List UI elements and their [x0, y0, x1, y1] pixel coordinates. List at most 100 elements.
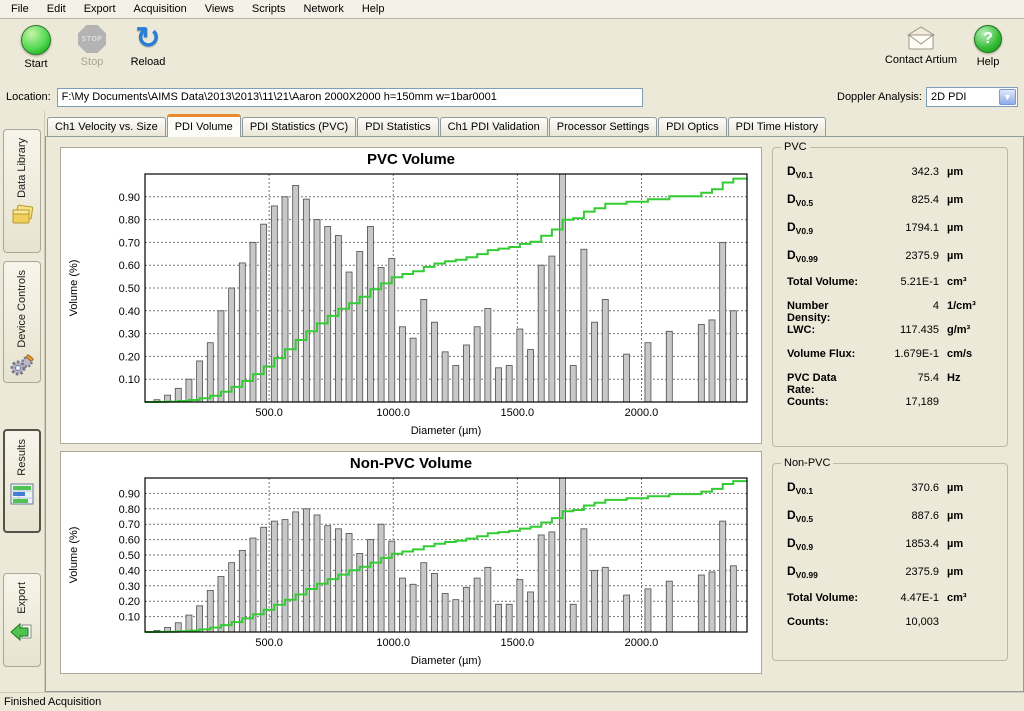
stop-icon: STOP [78, 25, 106, 53]
menu-item-acquisition[interactable]: Acquisition [125, 1, 196, 17]
stat-unit: µm [947, 566, 997, 578]
stat-row-dv0-5: DV0.5887.6µm [787, 508, 997, 536]
sidebar-item-label: Data Library [16, 138, 28, 198]
help-icon: ? [974, 25, 1002, 53]
tab-pdi-statistics-pvc[interactable]: PDI Statistics (PVC) [242, 117, 356, 137]
chevron-down-icon: ▼ [999, 89, 1016, 105]
doppler-analysis-group: Doppler Analysis: 2D PDI ▼ [837, 87, 1018, 107]
stat-value: 887.6 [875, 510, 939, 522]
nonpvc-volume-chart: 0.100.200.300.400.500.600.700.800.90500.… [61, 472, 759, 670]
status-bar: Finished Acquisition [0, 692, 1024, 711]
reload-button[interactable]: ↻ Reload [120, 23, 176, 68]
tab-ch1-velocity-vs-size[interactable]: Ch1 Velocity vs. Size [47, 117, 166, 137]
svg-text:0.70: 0.70 [119, 519, 140, 531]
sidebar-item-label: Export [16, 582, 28, 614]
nonpvc-chart-title: Non-PVC Volume [61, 452, 761, 472]
mail-icon [905, 25, 937, 51]
menu-item-scripts[interactable]: Scripts [243, 1, 295, 17]
stat-unit: µm [947, 166, 997, 178]
tab-pdi-optics[interactable]: PDI Optics [658, 117, 727, 137]
stat-row-dv0-9: DV0.91853.4µm [787, 536, 997, 564]
stat-label: DV0.99 [787, 564, 867, 580]
stat-label: PVC Data Rate: [787, 372, 867, 396]
svg-text:500.0: 500.0 [255, 407, 283, 419]
start-button[interactable]: Start [8, 23, 64, 70]
svg-text:0.30: 0.30 [119, 329, 140, 341]
stat-value: 370.6 [875, 482, 939, 494]
stat-unit: µm [947, 510, 997, 522]
doppler-analysis-label: Doppler Analysis: [837, 91, 922, 103]
tab-ch1-pdi-validation[interactable]: Ch1 PDI Validation [440, 117, 548, 137]
location-input[interactable]: F:\My Documents\AIMS Data\2013\2013\11\2… [57, 88, 643, 107]
svg-text:2000.0: 2000.0 [625, 407, 659, 419]
stat-label: DV0.99 [787, 248, 867, 264]
tab-processor-settings[interactable]: Processor Settings [549, 117, 657, 137]
contact-artium-label: Contact Artium [885, 54, 957, 66]
svg-text:0.80: 0.80 [119, 504, 140, 516]
bar-chart-icon [9, 482, 35, 509]
stat-label: DV0.5 [787, 192, 867, 208]
toolbar: Start STOP Stop ↻ Reload Contact Artium … [0, 19, 1024, 83]
stats-column: PVC DV0.1342.3µmDV0.5825.4µmDV0.91794.1µ… [772, 147, 1008, 683]
pvc-stats-panel: PVC DV0.1342.3µmDV0.5825.4µmDV0.91794.1µ… [772, 147, 1008, 447]
sidebar-item-device-controls[interactable]: Device Controls [3, 261, 41, 383]
stat-label: DV0.1 [787, 164, 867, 180]
stat-unit: g/m³ [947, 324, 997, 336]
svg-text:0.40: 0.40 [119, 565, 140, 577]
pvc-stats-rows: DV0.1342.3µmDV0.5825.4µmDV0.91794.1µmDV0… [787, 164, 997, 420]
menu-item-edit[interactable]: Edit [38, 1, 75, 17]
svg-text:2000.0: 2000.0 [625, 637, 659, 649]
doppler-analysis-value: 2D PDI [927, 91, 998, 103]
menu-item-file[interactable]: File [2, 1, 38, 17]
content-area: Ch1 Velocity vs. SizePDI VolumePDI Stati… [45, 111, 1024, 692]
charts-column: PVC Volume 0.100.200.300.400.500.600.700… [60, 147, 762, 683]
contact-artium-button[interactable]: Contact Artium [882, 23, 960, 66]
pvc-volume-chart: 0.100.200.300.400.500.600.700.800.90500.… [61, 168, 759, 440]
menu-item-network[interactable]: Network [294, 1, 352, 17]
stop-button[interactable]: STOP Stop [64, 23, 120, 68]
stat-row-dv0-1: DV0.1 342.3 µm [787, 164, 997, 192]
nonpvc-stats-panel: Non-PVC DV0.1370.6µmDV0.5887.6µmDV0.9185… [772, 463, 1008, 661]
stat-row-dv0-9: DV0.91794.1µm [787, 220, 997, 248]
svg-text:1500.0: 1500.0 [501, 407, 535, 419]
stop-button-label: Stop [81, 56, 104, 68]
start-icon [21, 25, 51, 55]
svg-text:Diameter (µm): Diameter (µm) [411, 655, 482, 667]
tab-pdi-volume[interactable]: PDI Volume [167, 114, 241, 137]
stat-label: Total Volume: [787, 276, 867, 288]
svg-text:Diameter (µm): Diameter (µm) [411, 425, 482, 437]
stat-unit: 1/cm³ [947, 300, 997, 312]
menu-item-export[interactable]: Export [75, 1, 125, 17]
stat-row-lwc: LWC:117.435g/m³ [787, 324, 997, 348]
sidebar-item-results[interactable]: Results [3, 429, 41, 533]
stat-unit: cm/s [947, 348, 997, 360]
stat-value: 10,003 [875, 616, 939, 628]
menu-bar: FileEditExportAcquisitionViewsScriptsNet… [0, 0, 1024, 19]
menu-item-views[interactable]: Views [196, 1, 243, 17]
sidebar-item-data-library[interactable]: Data Library [3, 129, 41, 253]
svg-text:0.50: 0.50 [119, 550, 140, 562]
stat-label: Volume Flux: [787, 348, 867, 360]
menu-item-help[interactable]: Help [353, 1, 394, 17]
svg-text:0.60: 0.60 [119, 260, 140, 272]
tab-pdi-time-history[interactable]: PDI Time History [728, 117, 827, 137]
gears-icon [9, 354, 35, 381]
export-arrow-icon [9, 620, 35, 647]
stat-value: 825.4 [875, 194, 939, 206]
svg-text:0.40: 0.40 [119, 306, 140, 318]
stat-unit: cm³ [947, 276, 997, 288]
stat-unit: µm [947, 538, 997, 550]
doppler-analysis-select[interactable]: 2D PDI ▼ [926, 87, 1018, 107]
stat-label: Counts: [787, 616, 867, 628]
reload-button-label: Reload [131, 56, 166, 68]
tab-pdi-statistics[interactable]: PDI Statistics [357, 117, 438, 137]
svg-text:0.90: 0.90 [119, 488, 140, 500]
help-button[interactable]: ? Help [960, 23, 1016, 68]
sidebar-item-export[interactable]: Export [3, 573, 41, 667]
svg-text:0.20: 0.20 [119, 596, 140, 608]
svg-text:0.80: 0.80 [119, 215, 140, 227]
stat-label: DV0.9 [787, 536, 867, 552]
pvc-stats-caption: PVC [781, 141, 810, 153]
stat-value: 342.3 [875, 166, 939, 178]
stat-value: 2375.9 [875, 250, 939, 262]
